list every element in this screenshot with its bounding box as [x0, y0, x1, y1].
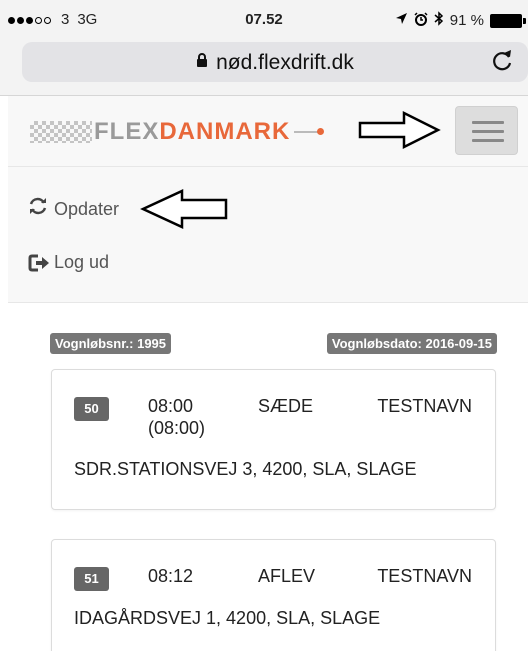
url-text: nød.flexdrift.dk [216, 51, 354, 74]
status-bar: 3 3G 07.52 91 % [0, 0, 528, 40]
alarm-icon [414, 11, 428, 30]
stop-time: 08:00 (08:00) [148, 395, 205, 439]
logo-tail-graphic [294, 128, 325, 135]
stop-time-planned: (08:00) [148, 418, 206, 438]
stop-card[interactable]: 51 08:12 AFLEV TESTNAVN IDAGÅRDSVEJ 1, 4… [51, 539, 496, 651]
stop-type: AFLEV [258, 566, 316, 586]
annotation-arrow-left [140, 189, 228, 229]
refresh-icon [28, 196, 50, 222]
battery-percent: 91 % [449, 12, 484, 29]
stop-customer-name: TESTNAVN [377, 566, 472, 586]
stop-customer-name: TESTNAVN [377, 396, 472, 416]
lock-icon [196, 53, 208, 71]
stop-header-row: 50 08:00 (08:00) SÆDE TESTNAVN [74, 395, 474, 439]
menu-item-logout[interactable]: Log ud [28, 252, 109, 273]
reload-icon[interactable] [492, 48, 514, 79]
battery-icon [490, 13, 526, 28]
menu-item-label: Log ud [54, 252, 110, 272]
menu-item-refresh[interactable]: Opdater [28, 196, 119, 222]
hamburger-line [472, 139, 504, 142]
flexdanmark-logo[interactable]: FLEX DANMARK [30, 118, 325, 146]
annotation-arrow-right [358, 110, 441, 150]
logo-word-flex: FLEX [94, 118, 160, 145]
stop-time-actual: 08:00 [148, 396, 194, 416]
stop-number-badge: 51 [74, 567, 109, 591]
hamburger-menu-button[interactable] [455, 106, 518, 155]
address-display[interactable]: nød.flexdrift.dk [22, 51, 528, 75]
hamburger-line [472, 130, 504, 133]
trip-number-label: Vognløbsnr.: 1995 [50, 333, 172, 354]
logo-checker-graphic [30, 121, 92, 143]
stop-address: SDR.STATIONSVEJ 3, 4200, SLA, SLAGE [74, 459, 417, 479]
browser-toolbar: nød.flexdrift.dk [0, 40, 528, 96]
stop-address: IDAGÅRDSVEJ 1, 4200, SLA, SLAGE [74, 608, 381, 628]
location-arrow-icon [395, 12, 408, 29]
status-right: 91 % [395, 11, 526, 30]
navbar: FLEX DANMARK [8, 96, 528, 167]
stop-header-row: 51 08:12 AFLEV TESTNAVN [74, 565, 474, 609]
address-bar[interactable]: nød.flexdrift.dk [22, 42, 528, 82]
dropdown-menu: Opdater Log ud [8, 167, 528, 303]
stop-card[interactable]: 50 08:00 (08:00) SÆDE TESTNAVN SDR.STATI… [51, 369, 496, 510]
stop-number-badge: 50 [74, 397, 109, 421]
stop-time: 08:12 [148, 565, 193, 587]
menu-item-label: Opdater [54, 198, 120, 219]
bluetooth-icon [434, 11, 444, 30]
hamburger-line [472, 121, 504, 124]
trip-date-label: Vognløbsdato: 2016-09-15 [326, 333, 497, 354]
stop-type: SÆDE [258, 396, 314, 416]
logo-word-danmark: DANMARK [159, 118, 291, 145]
sign-out-icon [28, 253, 50, 273]
stop-time-actual: 08:12 [148, 566, 194, 586]
